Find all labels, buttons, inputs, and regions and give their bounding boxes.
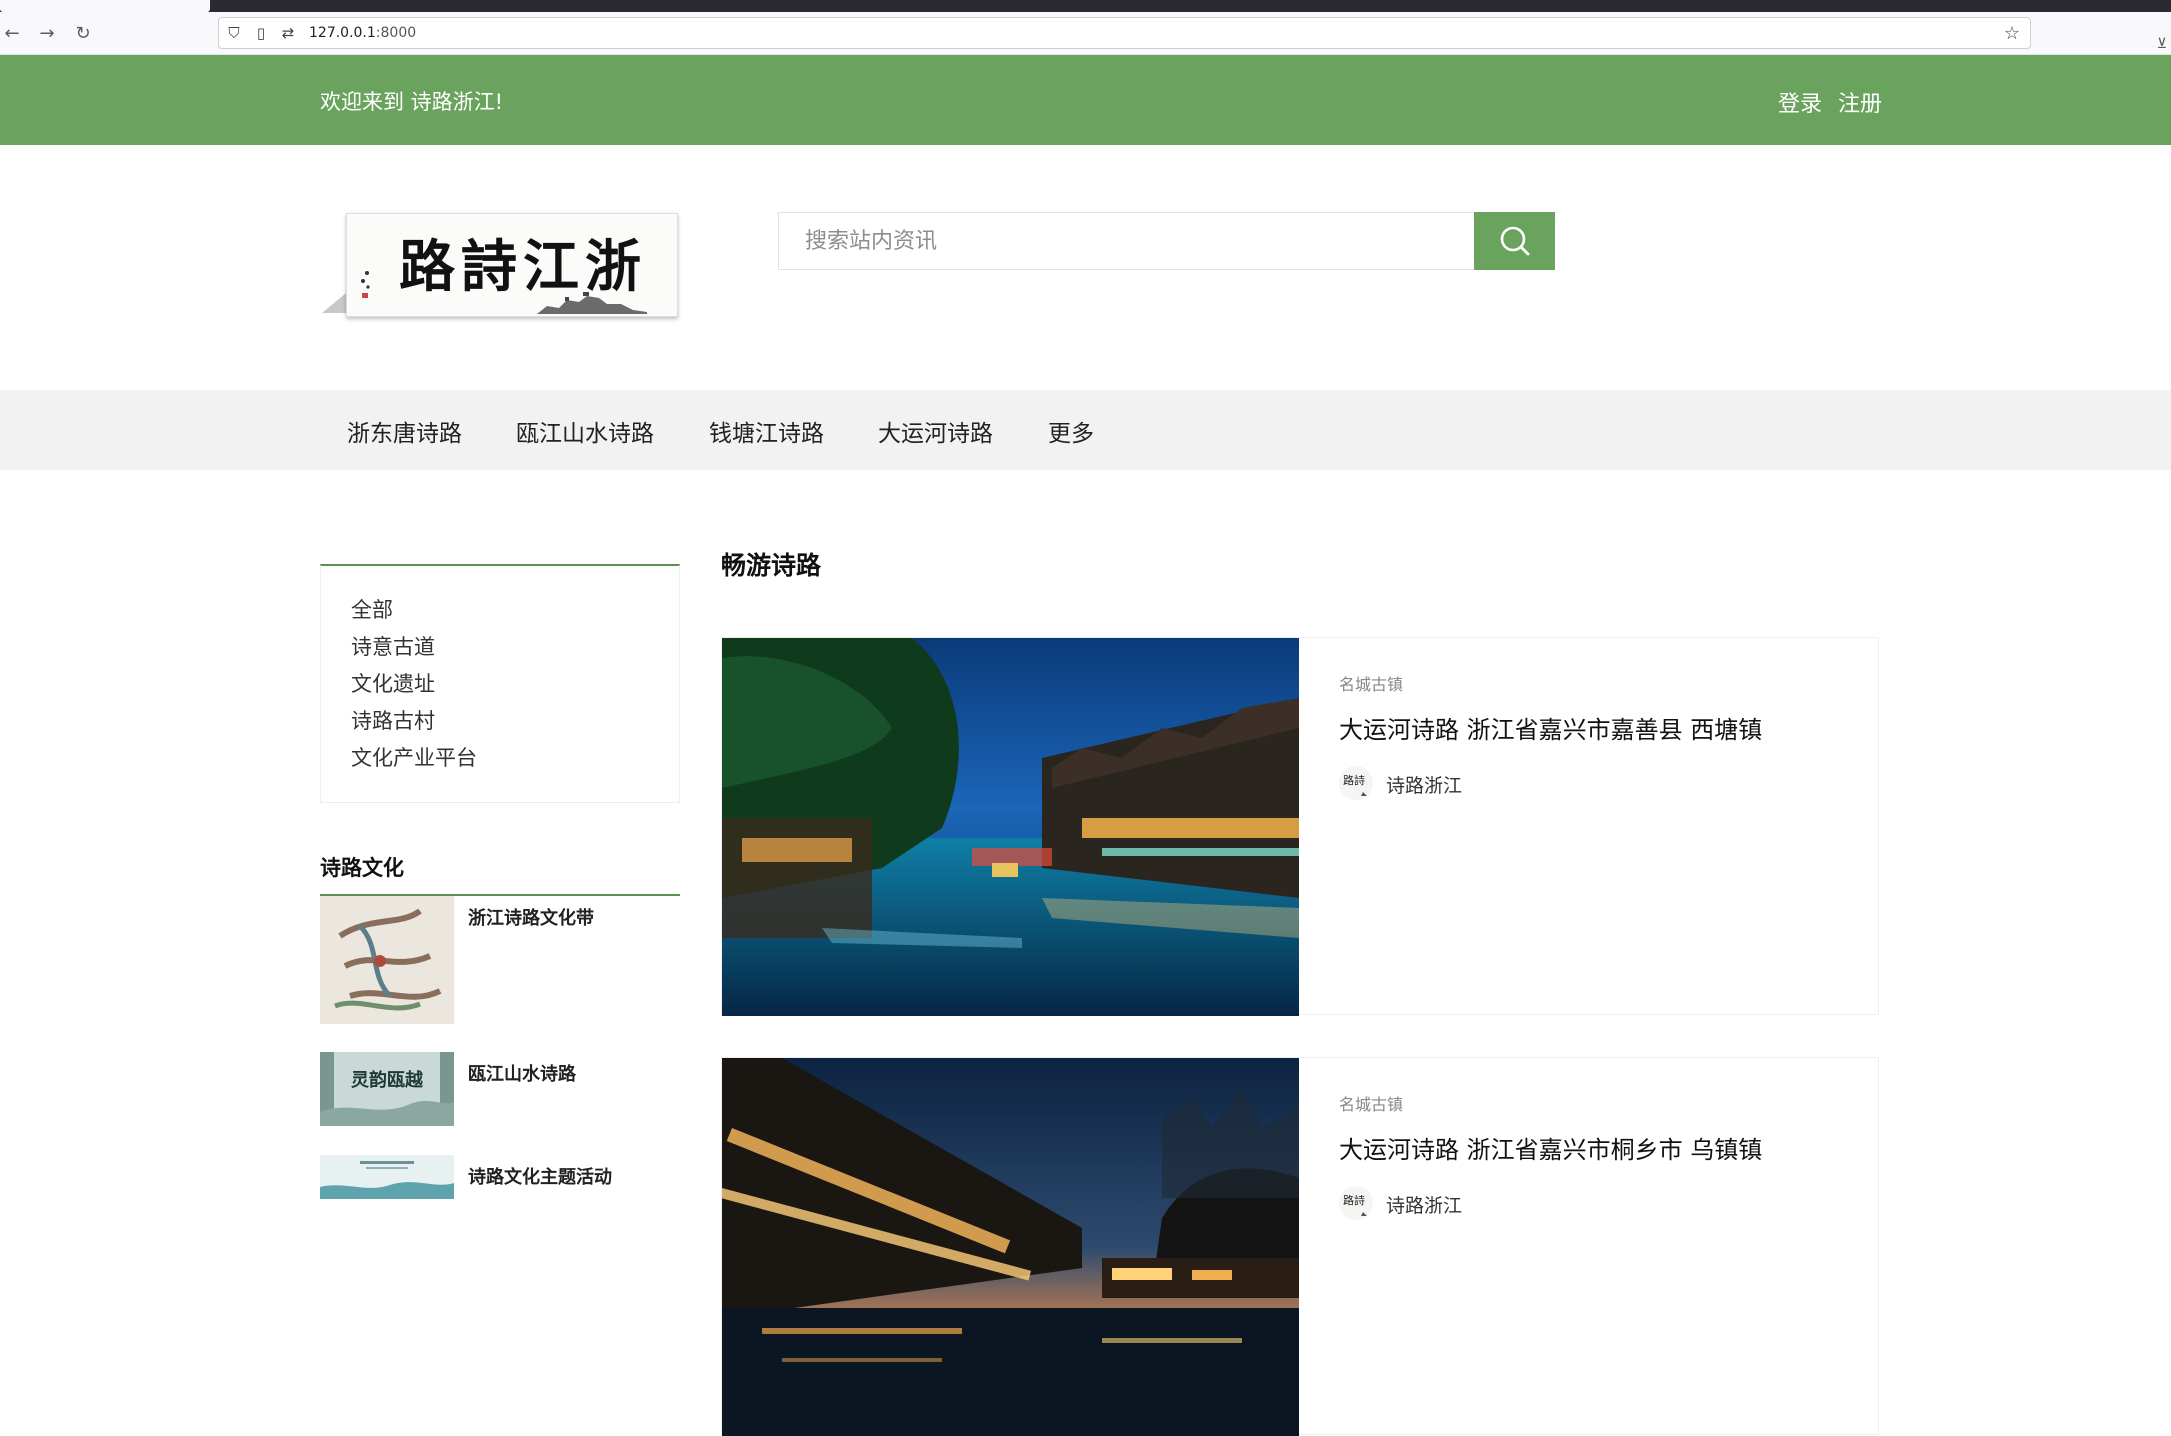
culture-section-title: 诗路文化 (320, 856, 404, 880)
author-avatar: 路詩 (1339, 1186, 1373, 1220)
article-thumbnail-text: 灵韵瓯越 (351, 1069, 424, 1090)
culture-article-3[interactable]: 诗路文化主题活动 (320, 1155, 680, 1199)
login-link[interactable]: 登录 (1778, 86, 1822, 118)
bookmark-star-icon[interactable]: ☆ (2004, 23, 2020, 44)
article-thumbnail[interactable]: 灵韵瓯越 (320, 1052, 454, 1126)
section-title: 畅游诗路 (721, 551, 822, 580)
search-icon (1500, 226, 1530, 256)
category-heritage-site[interactable]: 文化遗址 (351, 668, 435, 698)
search-bar (778, 212, 1555, 270)
card-title[interactable]: 大运河诗路 浙江省嘉兴市嘉善县 西塘镇 (1339, 710, 1762, 745)
svg-text:路詩: 路詩 (1343, 1194, 1365, 1207)
scenic-card-1[interactable]: 名城古镇 大运河诗路 浙江省嘉兴市嘉善县 西塘镇 路詩 诗路浙江 (721, 637, 1879, 1016)
menu-item-qiantang[interactable]: 钱塘江诗路 (709, 414, 824, 448)
browser-active-tab[interactable] (0, 0, 210, 12)
article-thumbnail[interactable] (320, 1155, 454, 1199)
menu-item-zhedong[interactable]: 浙东唐诗路 (347, 414, 462, 448)
seal-dots-icon (357, 269, 373, 299)
article-title[interactable]: 瓯江山水诗路 (468, 1060, 576, 1086)
category-industry-platform[interactable]: 文化产业平台 (351, 742, 477, 772)
author-name[interactable]: 诗路浙江 (1386, 1191, 1462, 1218)
author-name[interactable]: 诗路浙江 (1386, 771, 1462, 798)
card-photo[interactable] (722, 638, 1299, 1016)
site-logo[interactable]: 路詩江浙 (346, 213, 678, 317)
forward-icon[interactable]: → (37, 24, 57, 44)
search-input[interactable] (778, 212, 1474, 270)
browser-tab-strip (0, 0, 2171, 12)
logo-calligraphy: 路詩江浙 (399, 234, 647, 300)
page-icon: ▯ (256, 24, 266, 42)
register-link[interactable]: 注册 (1838, 86, 1882, 118)
reload-icon[interactable]: ↻ (73, 24, 93, 44)
top-bar: 欢迎来到 诗路浙江! 登录 注册 (0, 55, 2171, 145)
menu-item-more[interactable]: 更多 (1048, 414, 1094, 448)
browser-toolbar: ← → ↻ ⛉ ▯ ⇄ 127.0.0.1:8000 ☆ ⊻ (0, 12, 2171, 55)
category-ancient-road[interactable]: 诗意古道 (351, 631, 435, 661)
back-icon[interactable]: ← (2, 24, 22, 44)
category-list: 全部 诗意古道 文化遗址 诗路古村 文化产业平台 (320, 564, 680, 803)
menu-item-dayunhe[interactable]: 大运河诗路 (878, 414, 993, 448)
author-avatar: 路詩 (1339, 766, 1373, 800)
card-tag[interactable]: 名城古镇 (1339, 671, 1403, 695)
article-title[interactable]: 诗路文化主题活动 (468, 1163, 612, 1189)
card-title[interactable]: 大运河诗路 浙江省嘉兴市桐乡市 乌镇镇 (1339, 1130, 1762, 1165)
svg-text:路詩: 路詩 (1343, 774, 1365, 787)
url-text[interactable]: 127.0.0.1:8000 (309, 25, 416, 41)
logo-fold-shadow (322, 293, 346, 313)
culture-article-1[interactable]: 浙江诗路文化带 (320, 896, 680, 1024)
article-thumbnail[interactable] (320, 896, 454, 1024)
culture-article-2[interactable]: 灵韵瓯越 瓯江山水诗路 (320, 1052, 680, 1126)
welcome-text: 欢迎来到 诗路浙江! (320, 90, 504, 114)
card-tag[interactable]: 名城古镇 (1339, 1091, 1403, 1115)
main-menu: 浙东唐诗路 瓯江山水诗路 钱塘江诗路 大运河诗路 更多 (0, 390, 2171, 470)
shield-icon[interactable]: ⛉ (225, 24, 243, 42)
pocket-icon[interactable]: ⊻ (2157, 36, 2167, 52)
great-wall-icon (537, 292, 647, 314)
scenic-card-2[interactable]: 名城古镇 大运河诗路 浙江省嘉兴市桐乡市 乌镇镇 路詩 诗路浙江 (721, 1057, 1879, 1436)
permissions-icon[interactable]: ⇄ (279, 24, 297, 42)
address-bar[interactable]: ⛉ ▯ ⇄ 127.0.0.1:8000 ☆ (218, 17, 2031, 49)
category-all[interactable]: 全部 (351, 594, 393, 624)
category-ancient-village[interactable]: 诗路古村 (351, 705, 435, 735)
article-title[interactable]: 浙江诗路文化带 (468, 904, 594, 930)
card-photo[interactable] (722, 1058, 1299, 1436)
menu-item-oujiang[interactable]: 瓯江山水诗路 (516, 414, 654, 448)
search-button[interactable] (1474, 212, 1555, 270)
